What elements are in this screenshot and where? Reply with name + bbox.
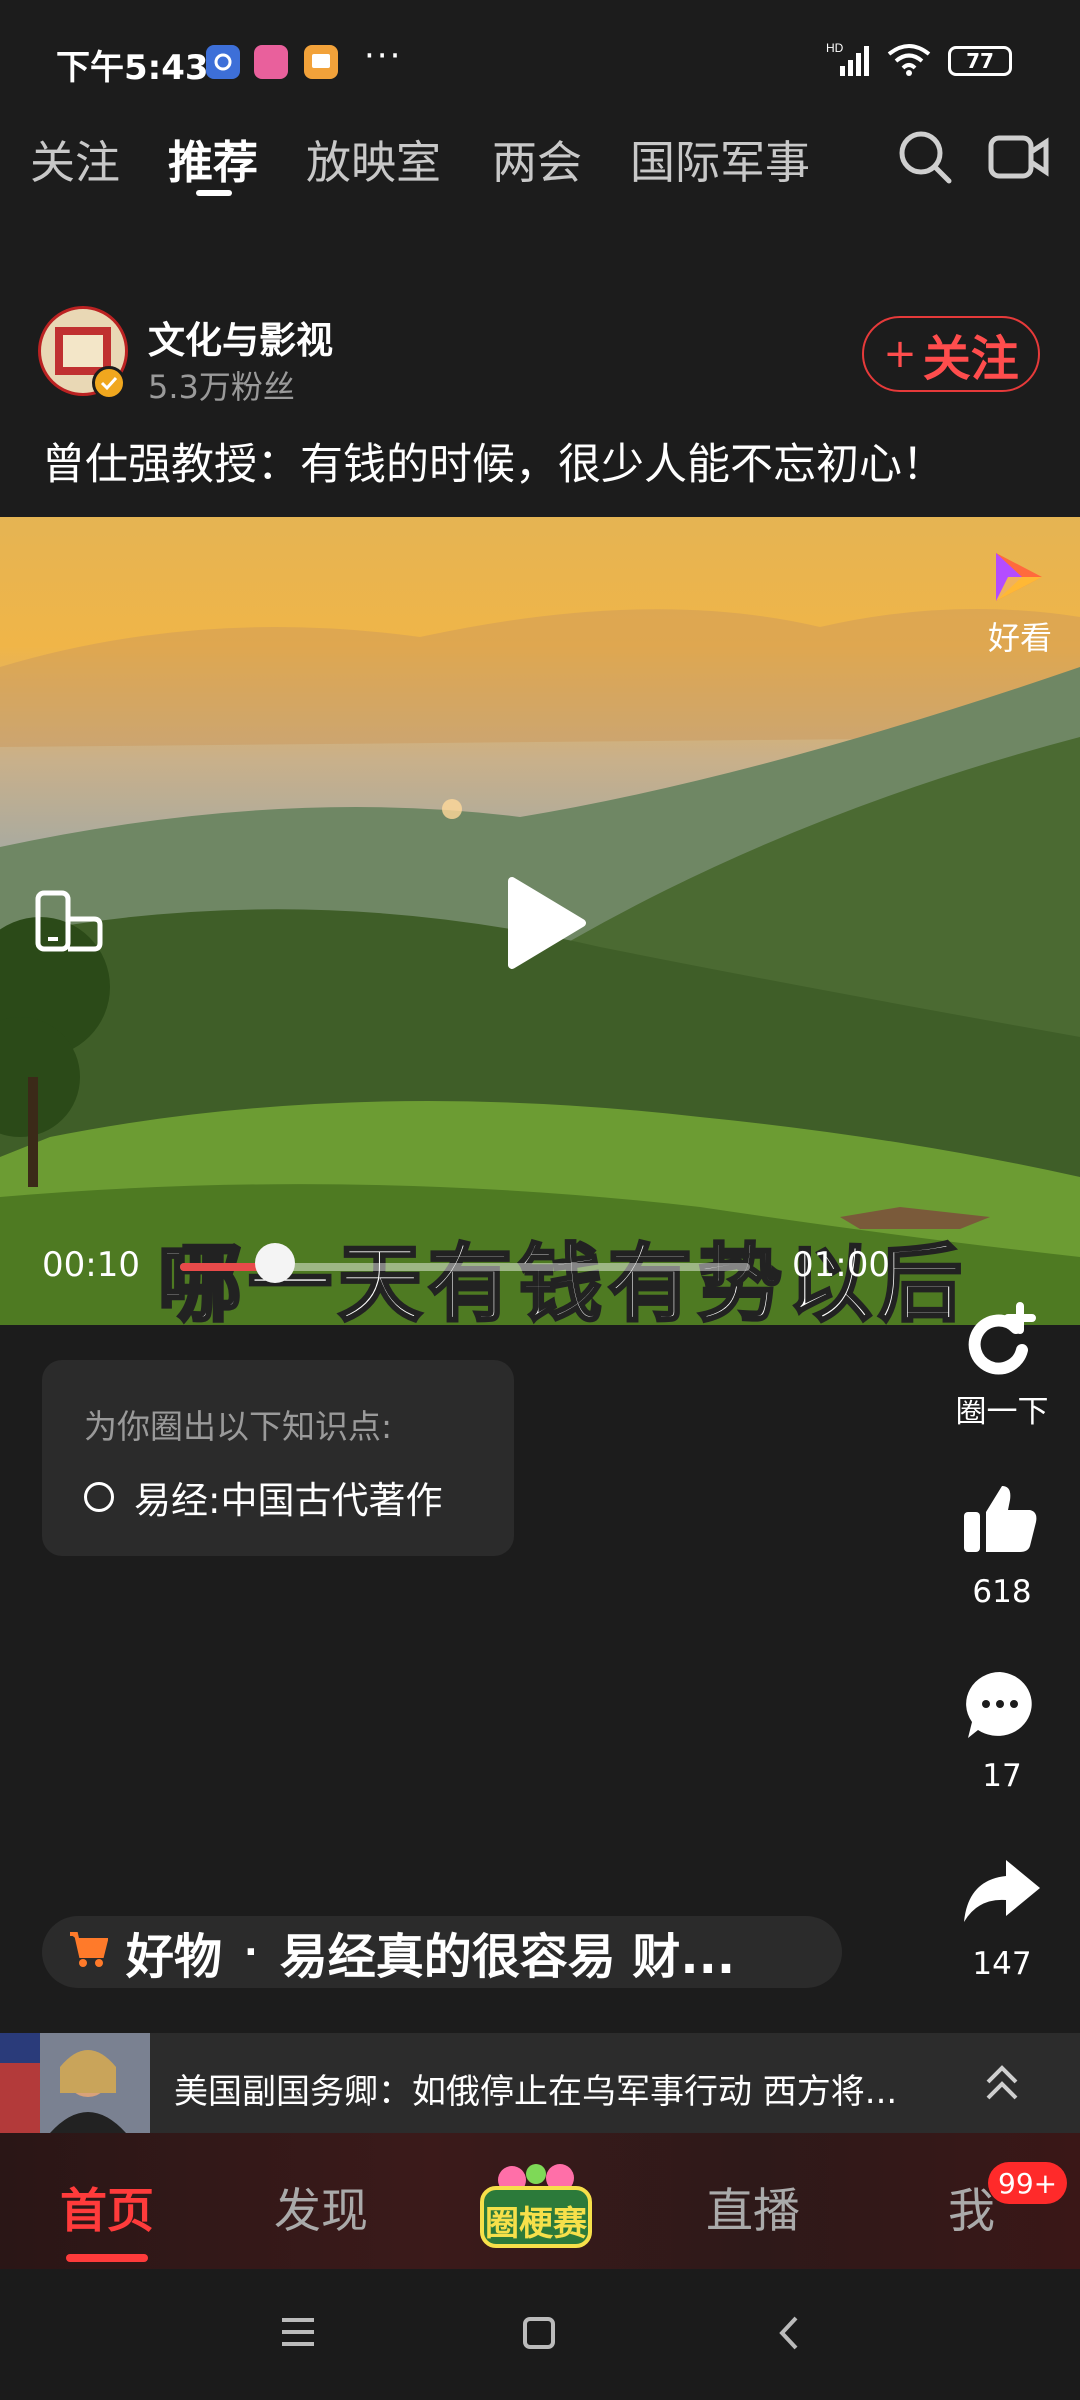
notification-badge: 99+ [988,2162,1068,2204]
search-icon[interactable] [896,128,954,190]
video-camera-icon[interactable] [988,130,1050,188]
haokan-logo-icon[interactable] [988,547,1048,611]
menu-icon[interactable] [278,2316,318,2352]
news-thumbnail[interactable] [0,2033,150,2133]
like-icon[interactable] [960,1482,1040,1560]
nav-home[interactable]: 首页 [60,2172,154,2241]
follow-label: 关注 [922,331,1019,387]
fullscreen-rotate-icon[interactable] [34,889,104,959]
nav-active-indicator [66,2254,148,2262]
svg-text:HD: HD [826,41,844,55]
status-time: 下午5:43 [56,48,209,88]
knowledge-item-label: 易经:中国古代著作 [134,1479,443,1522]
author-name[interactable]: 文化与影视 [148,310,333,364]
tab-international-military[interactable]: 国际军事 [630,126,810,191]
goods-separator: · [244,1931,258,1973]
battery-icon: 77 [948,46,1012,76]
verified-badge-icon [92,366,126,400]
comment-count: 17 [982,1758,1022,1794]
goods-text: 易经真的很容易 财... [279,1929,736,1985]
share-count: 147 [972,1946,1032,1982]
app-notification-icon [254,45,288,79]
goods-banner[interactable]: 好物 · 易经真的很容易 财... [42,1916,842,1988]
comment-icon[interactable] [962,1668,1038,1746]
more-notifications-icon: ··· [364,36,403,76]
nav-event-logo[interactable]: 圈梗赛 [476,2158,596,2254]
like-count: 618 [972,1574,1032,1610]
status-bar: 下午5:43 ··· HD 77 [0,0,1080,120]
tab-recommend[interactable]: 推荐 [168,126,258,191]
message-notification-icon [304,45,338,79]
post-title[interactable]: 曾仕强教授：有钱的时候，很少人能不忘初心！ [42,430,945,492]
settings-notification-icon [206,45,240,79]
knowledge-title: 为你圈出以下知识点: [84,1407,393,1446]
home-icon[interactable] [522,2316,556,2354]
active-tab-indicator [196,190,232,196]
nav-discover[interactable]: 发现 [274,2172,368,2241]
play-icon[interactable] [506,875,586,975]
back-icon[interactable] [776,2314,800,2356]
knowledge-card[interactable] [42,1360,514,1556]
plus-icon: + [883,331,917,377]
chevron-up-icon[interactable] [984,2062,1020,2108]
news-headline: 美国副国务卿：如俄停止在乌军事行动 西方将... [174,2072,898,2112]
tab-following[interactable]: 关注 [30,126,120,191]
radio-circle-icon [84,1482,114,1512]
progress-knob[interactable] [255,1243,296,1283]
goods-label: 好物 [126,1929,223,1985]
haokan-label: 好看 [988,619,1053,657]
author-fans-count: 5.3万粉丝 [148,368,295,406]
knowledge-item[interactable]: 易经:中国古代著作 [84,1470,442,1524]
circle-share-icon[interactable] [960,1300,1040,1384]
signal-icon: HD [826,40,876,84]
circle-label: 圈一下 [955,1394,1049,1430]
wifi-icon [886,42,932,82]
follow-button[interactable]: + 关注 [862,316,1040,392]
share-icon[interactable] [960,1856,1042,1930]
nav-live[interactable]: 直播 [706,2172,800,2241]
current-time: 00:10 [42,1245,140,1285]
tab-cinema[interactable]: 放映室 [306,126,441,191]
nav-event-label: 圈梗赛 [485,2204,587,2244]
shopping-cart-icon [68,1924,109,1980]
tab-two-sessions[interactable]: 两会 [492,126,582,191]
total-time: 01:00 [792,1245,890,1285]
video-player[interactable]: 好看 哪一天有钱有势以后 00:10 01:00 [0,517,1080,1325]
